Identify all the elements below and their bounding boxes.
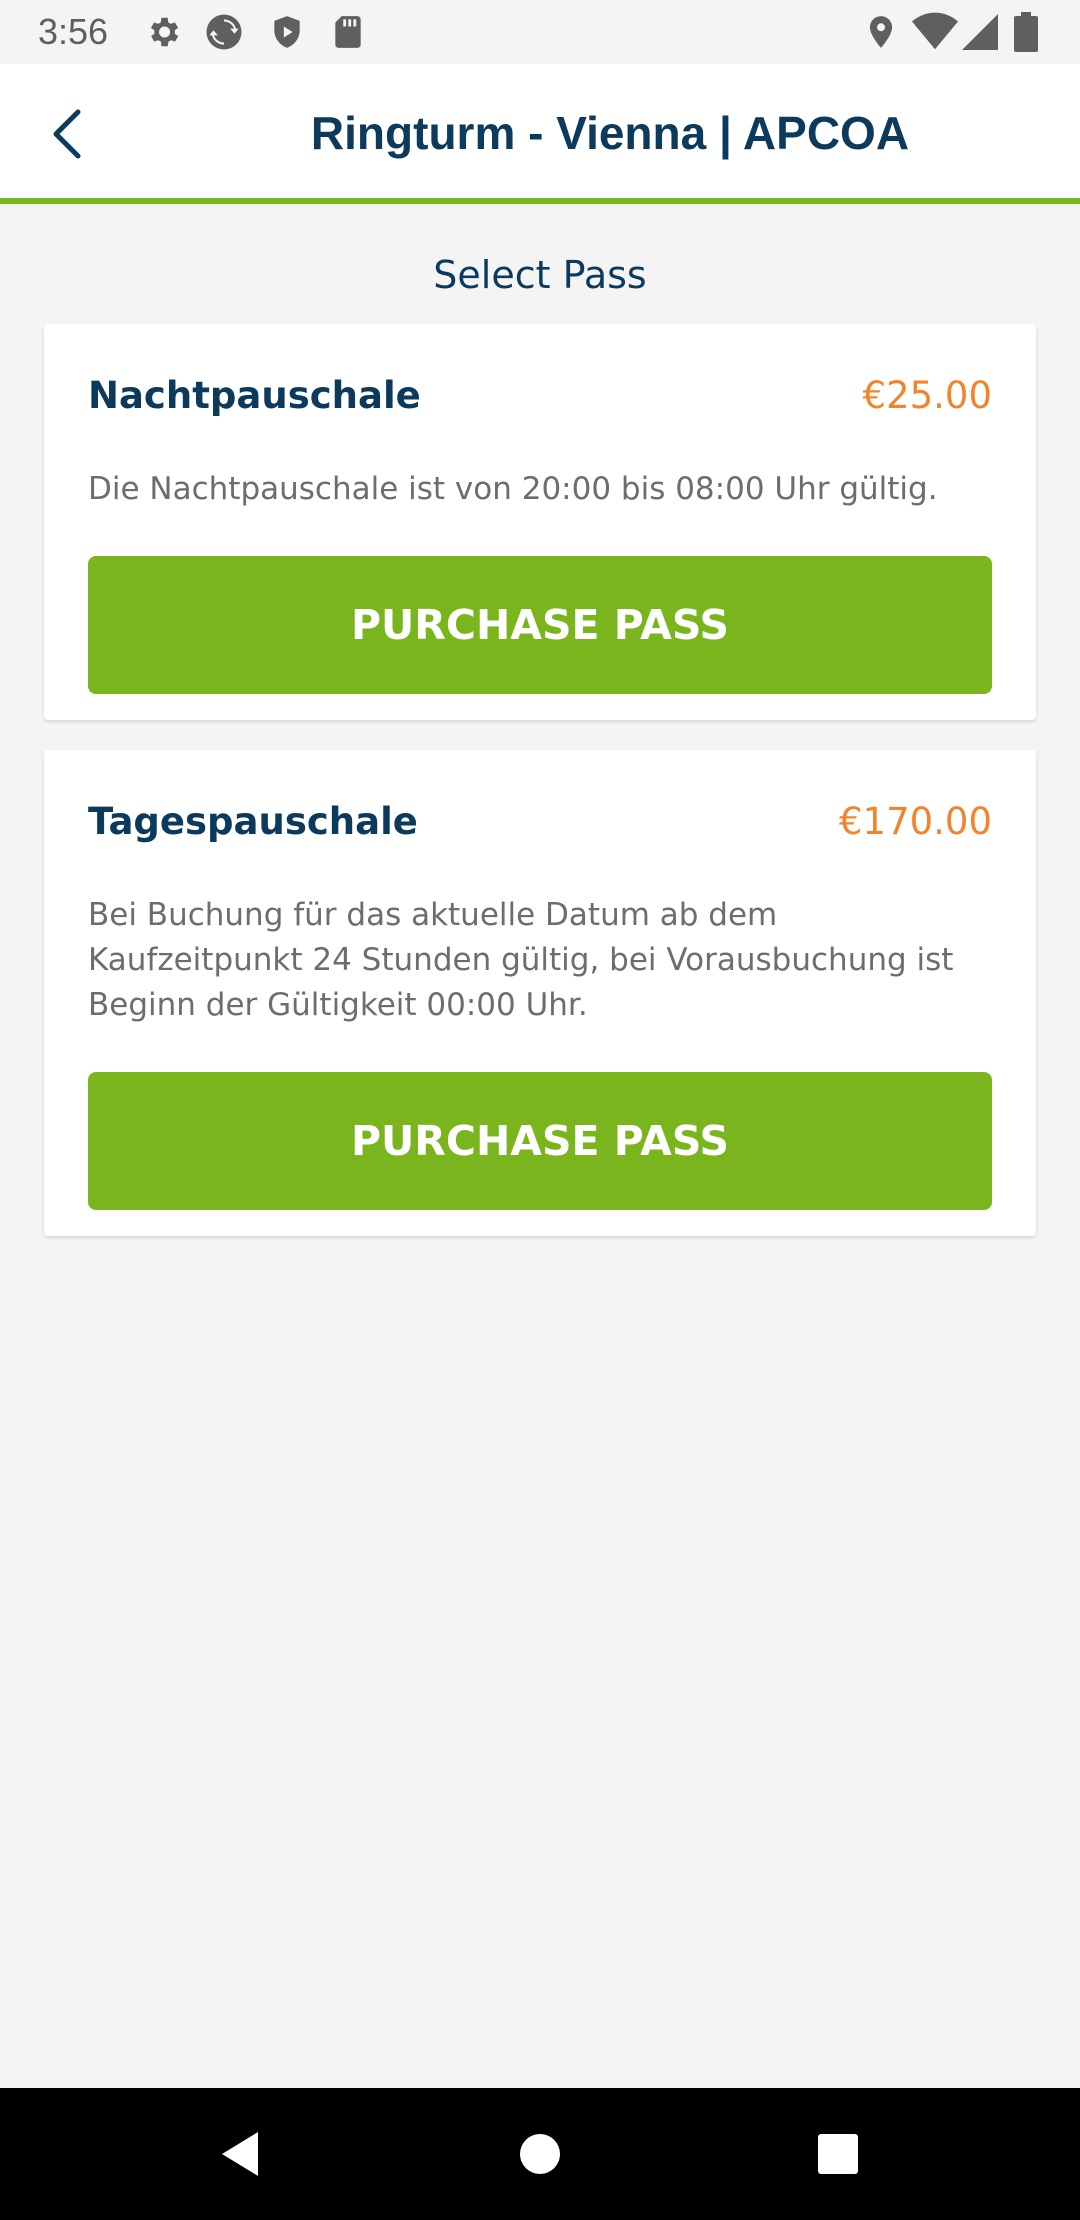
pass-card: Nachtpauschale €25.00 Die Nachtpauschale…: [44, 324, 1036, 720]
page-title: Ringturm - Vienna | APCOA: [310, 107, 910, 159]
pass-price: €170.00: [838, 800, 992, 843]
sync-icon: [206, 14, 242, 50]
settings-icon: [150, 17, 179, 47]
pass-description: Die Nachtpauschale ist von 20:00 bis 08:…: [88, 471, 938, 507]
signal-icon: [962, 14, 998, 50]
app-bar: Ringturm - Vienna | APCOA: [0, 64, 1080, 204]
shield-play-icon: [274, 16, 300, 48]
select-pass-heading: Select Pass: [433, 253, 647, 297]
purchase-pass-button[interactable]: PURCHASE PASS: [88, 1072, 992, 1210]
back-button[interactable]: [36, 100, 104, 168]
back-triangle-icon[interactable]: [210, 2124, 270, 2184]
system-navigation-bar: [0, 2088, 1080, 2220]
pass-card: Tagespauschale €170.00 Bei Buchung für d…: [44, 750, 1036, 1236]
purchase-pass-button[interactable]: PURCHASE PASS: [88, 556, 992, 694]
sd-card-icon: [335, 16, 361, 48]
location-icon: [869, 16, 893, 48]
status-bar: 3:56: [0, 0, 1080, 64]
pass-name: Nachtpauschale: [88, 374, 421, 417]
pass-price: €25.00: [862, 374, 992, 417]
battery-icon: [1014, 12, 1038, 52]
chevron-left-icon: [53, 109, 81, 159]
status-time: 3:56: [38, 11, 109, 52]
recents-square-icon[interactable]: [808, 2124, 868, 2184]
home-circle-icon[interactable]: [510, 2124, 570, 2184]
pass-description: Bei Buchung für das aktuelle Datum ab de…: [88, 897, 954, 1023]
wifi-icon: [912, 12, 958, 50]
pass-name: Tagespauschale: [88, 800, 418, 843]
